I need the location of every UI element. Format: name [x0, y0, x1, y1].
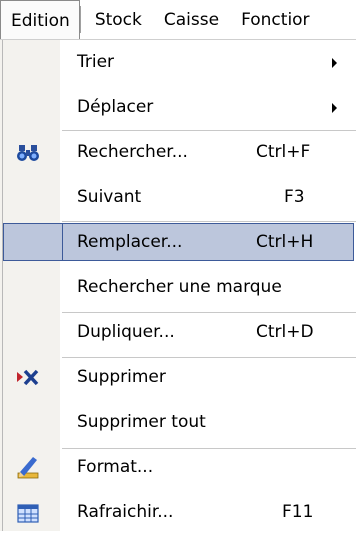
menu-item-label: Supprimer tout	[77, 412, 206, 432]
refresh-grid-icon	[16, 501, 40, 525]
menu-item-supprimer-tout[interactable]: Supprimer tout	[0, 400, 356, 445]
binoculars-icon	[16, 141, 40, 165]
format-pencil-icon	[16, 456, 40, 480]
edition-dropdown-menu: Trier Déplacer Rechercher... Ctrl+F Suiv…	[0, 40, 356, 535]
menu-stock[interactable]: Stock	[84, 0, 153, 39]
menu-item-label: Suivant	[77, 187, 142, 207]
submenu-arrow-icon	[332, 103, 337, 113]
menu-item-supprimer[interactable]: Supprimer	[0, 355, 356, 400]
menu-item-label: Déplacer	[77, 97, 154, 117]
menu-separator	[62, 448, 356, 449]
menu-separator	[62, 221, 356, 222]
menu-fonctions[interactable]: Fonctior	[230, 0, 320, 39]
menu-item-shortcut: Ctrl+H	[256, 232, 314, 252]
menu-item-shortcut: Ctrl+D	[256, 322, 314, 342]
menu-item-label: Dupliquer...	[77, 322, 175, 342]
menu-item-rechercher-marque[interactable]: Rechercher une marque	[0, 265, 356, 310]
menu-item-label: Trier	[77, 52, 115, 72]
menu-caisse[interactable]: Caisse	[153, 0, 230, 39]
menu-item-label: Remplacer...	[77, 232, 183, 252]
menu-item-trier[interactable]: Trier	[0, 40, 356, 85]
highlight-gutter	[3, 223, 62, 261]
submenu-arrow-icon	[332, 58, 337, 68]
menu-separator	[62, 130, 356, 131]
menu-item-label: Supprimer	[77, 367, 166, 387]
menu-separator	[62, 312, 356, 313]
menu-item-rechercher[interactable]: Rechercher... Ctrl+F	[0, 130, 356, 175]
menu-bar: Edition Stock Caisse Fonctior	[0, 0, 356, 40]
menu-item-rafraichir[interactable]: Rafraichir... F11	[0, 490, 356, 535]
menu-item-label: Rechercher...	[77, 142, 188, 162]
menu-item-shortcut: Ctrl+F	[256, 142, 311, 162]
delete-x-icon	[16, 366, 40, 390]
menu-item-suivant[interactable]: Suivant F3	[0, 175, 356, 220]
menu-item-shortcut: F11	[282, 502, 314, 522]
menu-item-shortcut: F3	[284, 187, 305, 207]
menu-item-format[interactable]: Format...	[0, 445, 356, 490]
menu-item-label: Format...	[77, 457, 154, 477]
menu-edition[interactable]: Edition	[0, 0, 80, 39]
menu-item-label: Rechercher une marque	[77, 277, 282, 297]
menu-separator	[62, 357, 356, 358]
menu-item-label: Rafraichir...	[77, 502, 174, 522]
menu-item-remplacer[interactable]: Remplacer... Ctrl+H	[0, 220, 356, 265]
menu-item-dupliquer[interactable]: Dupliquer... Ctrl+D	[0, 310, 356, 355]
menu-item-deplacer[interactable]: Déplacer	[0, 85, 356, 130]
